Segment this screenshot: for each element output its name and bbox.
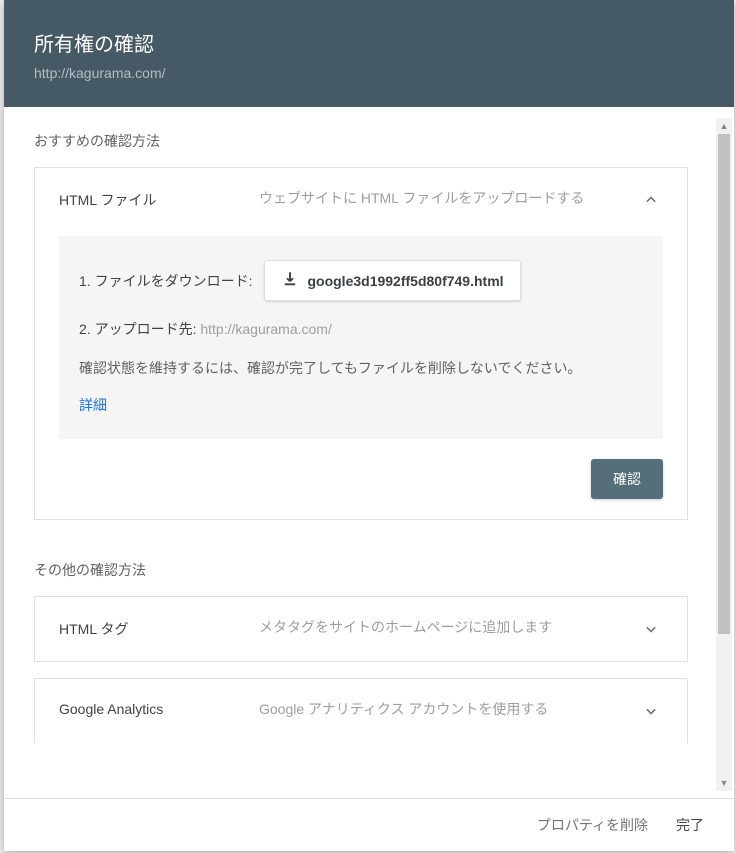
method-html-file: HTML ファイル ウェブサイトに HTML ファイルをアップロードする 1. … <box>34 167 688 520</box>
download-file-button[interactable]: google3d1992ff5d80f749.html <box>264 260 520 301</box>
step1-label: 1. ファイルをダウンロード: <box>79 271 252 291</box>
chevron-up-icon <box>639 188 663 212</box>
step-download: 1. ファイルをダウンロード: google3d1992ff5d80f749.h… <box>79 260 643 301</box>
method-name: HTML ファイル <box>59 188 259 210</box>
method-html-file-content: 1. ファイルをダウンロード: google3d1992ff5d80f749.h… <box>59 236 663 439</box>
method-html-tag-header[interactable]: HTML タグ メタタグをサイトのホームページに追加します <box>35 597 687 661</box>
scrollbar-thumb[interactable] <box>718 134 730 634</box>
delete-property-link[interactable]: プロパティを削除 <box>537 815 648 835</box>
dialog-title: 所有権の確認 <box>34 28 704 57</box>
verify-button[interactable]: 確認 <box>591 459 663 499</box>
method-desc: Google アナリティクス アカウントを使用する <box>259 699 639 720</box>
method-google-analytics: Google Analytics Google アナリティクス アカウントを使用… <box>34 678 688 743</box>
ownership-verification-dialog: 所有権の確認 http://kagurama.com/ おすすめの確認方法 HT… <box>4 0 734 851</box>
dialog-url: http://kagurama.com/ <box>34 65 704 81</box>
download-icon <box>281 270 299 291</box>
chevron-down-icon <box>639 617 663 641</box>
other-methods-label: その他の確認方法 <box>4 536 718 596</box>
scroll-down-icon[interactable]: ▼ <box>716 775 732 791</box>
done-button[interactable]: 完了 <box>676 815 704 835</box>
method-ga-header[interactable]: Google Analytics Google アナリティクス アカウントを使用… <box>35 679 687 743</box>
retention-note: 確認状態を維持するには、確認が完了してもファイルを削除しないでください。 <box>79 357 643 379</box>
scrollbar[interactable]: ▲ ▼ <box>716 118 732 791</box>
method-name: HTML タグ <box>59 617 259 639</box>
recommended-methods-label: おすすめの確認方法 <box>4 107 718 167</box>
download-filename: google3d1992ff5d80f749.html <box>307 273 503 289</box>
detail-link[interactable]: 詳細 <box>79 395 107 415</box>
verify-action-row: 確認 <box>35 459 687 519</box>
method-desc: ウェブサイトに HTML ファイルをアップロードする <box>259 188 639 209</box>
dialog-header: 所有権の確認 http://kagurama.com/ <box>4 0 734 107</box>
scroll-up-icon[interactable]: ▲ <box>716 118 732 134</box>
dialog-body: おすすめの確認方法 HTML ファイル ウェブサイトに HTML ファイルをアッ… <box>4 107 734 798</box>
method-html-tag: HTML タグ メタタグをサイトのホームページに追加します <box>34 596 688 662</box>
chevron-down-icon <box>639 699 663 723</box>
method-name: Google Analytics <box>59 699 259 717</box>
method-html-file-header[interactable]: HTML ファイル ウェブサイトに HTML ファイルをアップロードする <box>35 168 687 232</box>
step2-label: 2. アップロード先: <box>79 321 200 337</box>
step2-url: http://kagurama.com/ <box>200 321 332 337</box>
dialog-footer: プロパティを削除 完了 <box>4 798 734 851</box>
method-desc: メタタグをサイトのホームページに追加します <box>259 617 639 638</box>
step-upload: 2. アップロード先: http://kagurama.com/ <box>79 319 643 339</box>
